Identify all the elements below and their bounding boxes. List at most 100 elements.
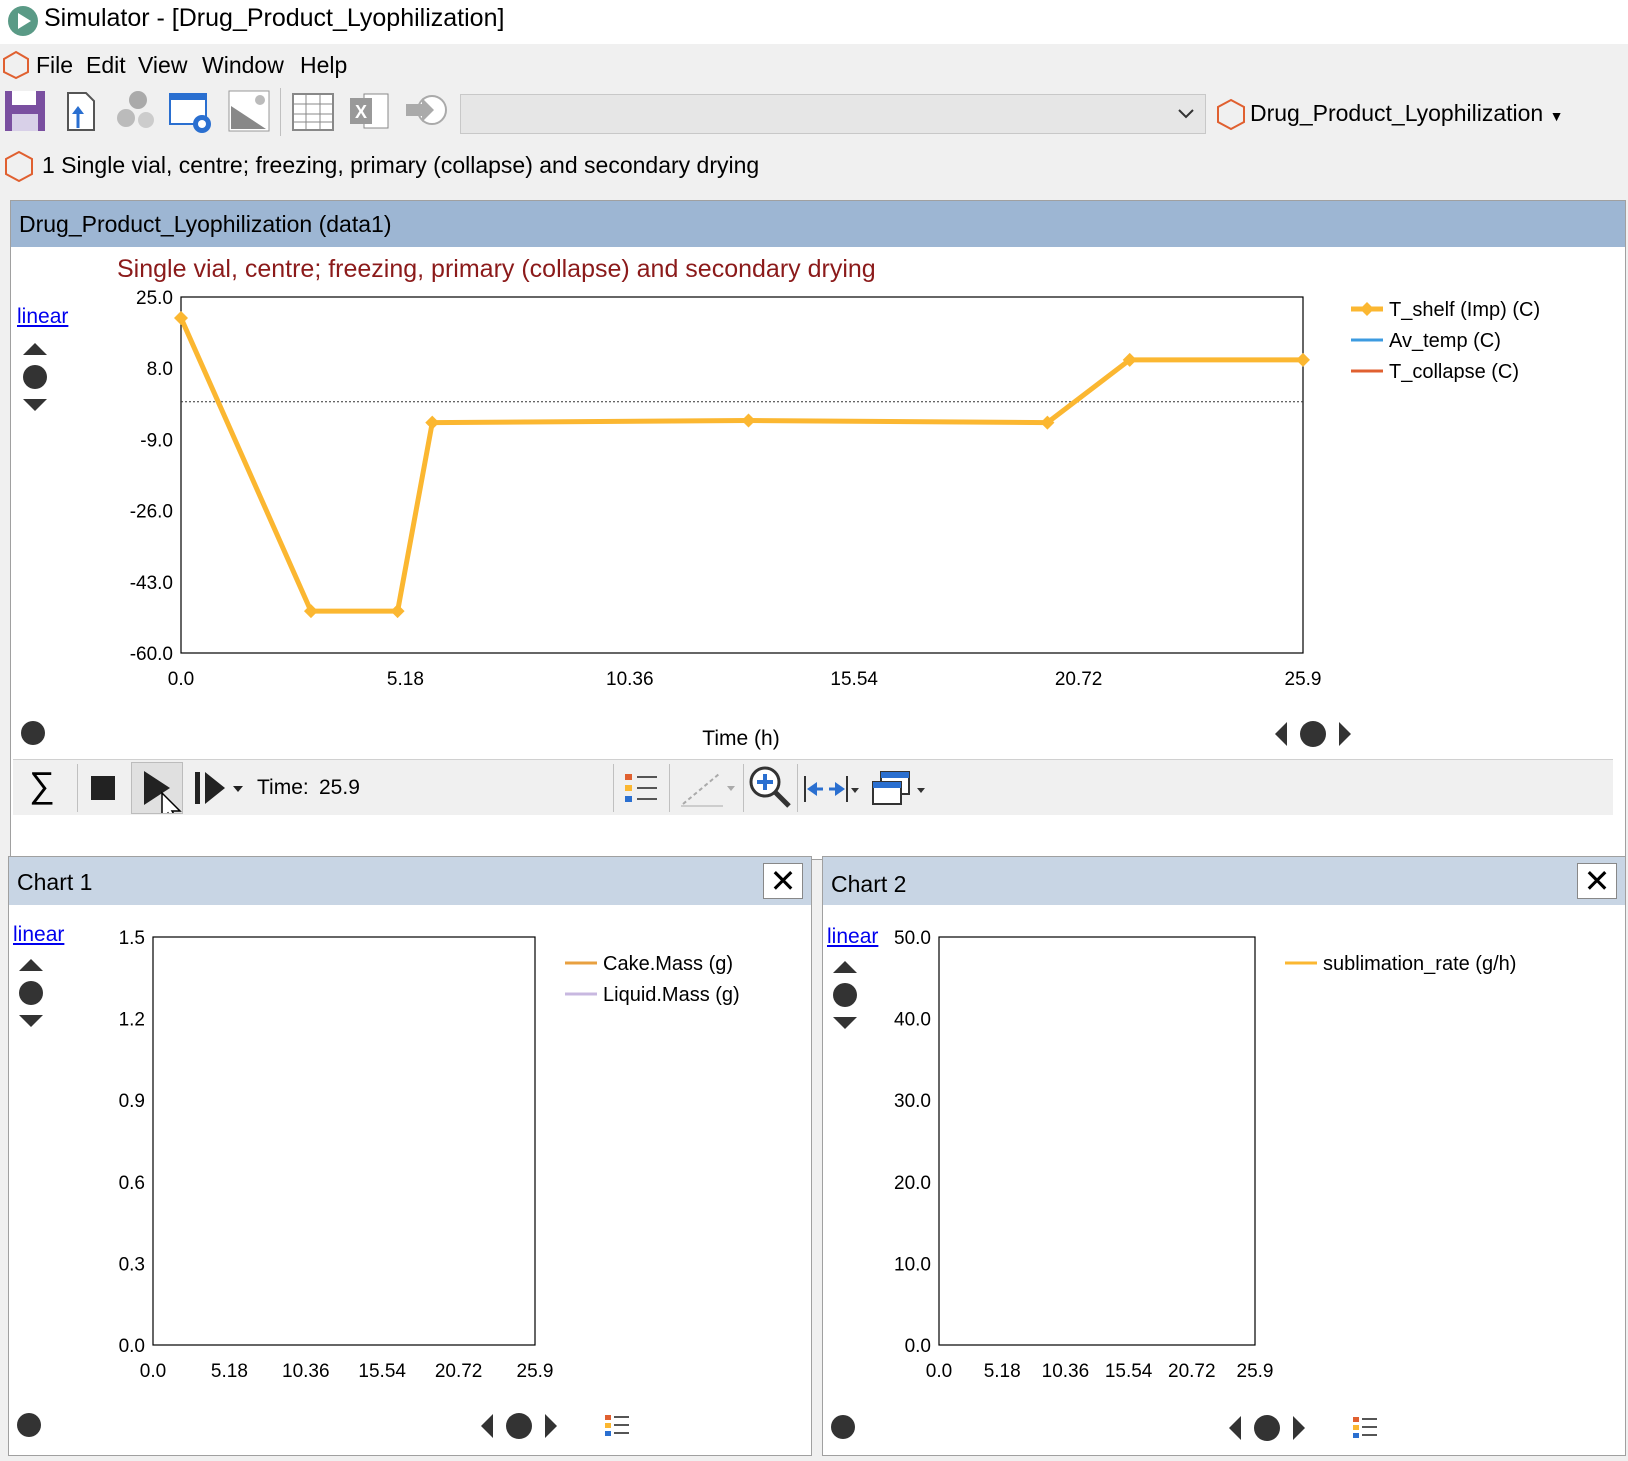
chart1-x-nav (481, 1413, 557, 1439)
x-left-icon[interactable] (1229, 1416, 1241, 1440)
x-right-icon[interactable] (1293, 1416, 1305, 1440)
x-tick-label: 0.0 (140, 1361, 166, 1382)
toolbar-separator (669, 764, 670, 812)
y-tick-label: 10.0 (894, 1254, 931, 1275)
simulation-controls: ∑ Time: 25.9 (13, 759, 1613, 824)
x-center-icon[interactable] (506, 1413, 532, 1439)
step-button[interactable] (189, 770, 249, 806)
legend-label: T_shelf (Imp) (C) (1389, 299, 1540, 321)
x-tick-label: 10.36 (606, 669, 654, 690)
chart2-close-button[interactable]: ✕ (1577, 863, 1617, 899)
trendline-icon[interactable] (679, 770, 739, 808)
y-tick-label: 1.2 (119, 1010, 145, 1031)
y-tick-label: 8.0 (147, 359, 173, 380)
settings-window-button[interactable] (166, 88, 216, 138)
legend-label: Cake.Mass (g) (603, 953, 733, 975)
y-tick-label: 40.0 (894, 1010, 931, 1031)
scenario-label[interactable]: 1 Single vial, centre; freezing, primary… (42, 152, 759, 179)
model-selector[interactable]: Drug_Product_Lyophilization ▼ (1250, 100, 1563, 127)
y-tick-label: 1.5 (119, 928, 145, 949)
excel-icon: X (350, 93, 389, 129)
svg-text:X: X (355, 102, 367, 122)
chart1-header: Chart 1 ✕ (9, 857, 811, 905)
stop-button[interactable] (89, 774, 117, 802)
zoom-in-icon[interactable] (747, 764, 793, 810)
menu-window[interactable]: Window (202, 52, 284, 79)
image-icon (228, 90, 270, 132)
model-hexagon-icon (1217, 98, 1245, 131)
model-hexagon-icon (3, 50, 29, 80)
x-right-icon[interactable] (1339, 722, 1351, 746)
x-tick-label: 20.72 (435, 1361, 483, 1382)
import-button[interactable] (402, 88, 452, 138)
x-axis-label: Time (h) (702, 727, 779, 750)
save-button[interactable] (2, 88, 52, 138)
molecules-icon (117, 91, 154, 128)
x-tick-label: 5.18 (387, 669, 424, 690)
x-tick-label: 5.18 (211, 1361, 248, 1382)
main-panel-header: Drug_Product_Lyophilization (data1) (11, 201, 1625, 247)
x-tick-label: 20.72 (1055, 669, 1103, 690)
x-tick-label: 25.9 (517, 1361, 554, 1382)
toolbar-separator (280, 88, 281, 136)
sigma-button[interactable]: ∑ (29, 764, 55, 806)
y-tick-label: 0.0 (119, 1336, 145, 1357)
play-icon (144, 771, 182, 824)
x-center-icon[interactable] (1300, 721, 1326, 747)
export-button[interactable] (58, 88, 108, 138)
window-gear-icon (169, 93, 211, 133)
main-chart-svg: Single vial, centre; freezing, primary (… (117, 255, 1540, 750)
x-reset-icon[interactable] (19, 719, 47, 747)
chart1-panel: Chart 1 ✕ linear 1.5 1.2 0.9 0.6 0.3 0.0 0.0 5.… (8, 856, 812, 1456)
toolbar-separator (797, 764, 798, 812)
menu-view[interactable]: View (138, 52, 187, 79)
play-button[interactable] (131, 762, 183, 824)
y-tick-label: -26.0 (130, 502, 173, 523)
table-button[interactable] (290, 88, 340, 138)
chart1-close-button[interactable]: ✕ (763, 863, 803, 899)
x-left-icon[interactable] (1275, 722, 1287, 746)
chart1-svg: 1.5 1.2 0.9 0.6 0.3 0.0 0.0 5.18 10.36 15.54 20.72… (119, 928, 740, 1382)
x-tick-label: 0.0 (168, 669, 194, 690)
window-layout-icon[interactable] (871, 770, 931, 808)
legend-label: sublimation_rate (g/h) (1323, 953, 1516, 975)
plot-area (938, 936, 1256, 1346)
x-tick-label: 20.72 (1168, 1361, 1216, 1382)
y-tick-label: 20.0 (894, 1173, 931, 1194)
y-tick-label: -9.0 (140, 430, 173, 451)
caret-down-icon: ▼ (1549, 108, 1564, 124)
excel-button[interactable]: X (346, 88, 396, 138)
x-right-icon[interactable] (545, 1414, 557, 1438)
chart2-svg: 50.0 40.0 30.0 20.0 10.0 0.0 0.0 5.18 10.36 15.54… (894, 928, 1516, 1382)
x-reset-icon[interactable] (829, 1413, 857, 1441)
chart-title: Single vial, centre; freezing, primary (… (117, 255, 876, 283)
x-tick-label: 15.54 (358, 1361, 406, 1382)
plot-area (180, 296, 1304, 654)
x-left-icon[interactable] (481, 1414, 493, 1438)
x-tick-label: 10.36 (282, 1361, 330, 1382)
pan-arrows-icon[interactable] (803, 772, 863, 806)
legend-list-icon[interactable] (1351, 1415, 1379, 1441)
y-tick-label: 0.3 (119, 1254, 145, 1275)
legend-label: T_collapse (C) (1389, 361, 1519, 383)
scenario-dropdown[interactable] (460, 94, 1206, 134)
molecules-button[interactable] (114, 88, 164, 138)
main-panel-title: Drug_Product_Lyophilization (data1) (19, 211, 392, 237)
legend-list-icon[interactable] (623, 770, 659, 806)
save-icon (5, 91, 45, 131)
menu-file[interactable]: File (36, 52, 73, 79)
chart1-title: Chart 1 (17, 869, 93, 895)
legend-list-icon[interactable] (603, 1413, 631, 1439)
x-center-icon[interactable] (1254, 1415, 1280, 1441)
y-tick-label: 0.6 (119, 1173, 145, 1194)
export-icon (67, 92, 95, 131)
image-button[interactable] (226, 88, 276, 138)
menu-help[interactable]: Help (300, 52, 347, 79)
y-tick-label: 30.0 (894, 1091, 931, 1112)
chart2-panel: Chart 2 ✕ linear 50.0 40.0 30.0 20.0 10.0 0.0… (822, 856, 1626, 1456)
x-reset-icon[interactable] (15, 1411, 43, 1439)
y-tick-label: 0.9 (119, 1091, 145, 1112)
y-tick-label: 0.0 (905, 1336, 931, 1357)
plot-area (152, 936, 536, 1346)
menu-edit[interactable]: Edit (86, 52, 126, 79)
